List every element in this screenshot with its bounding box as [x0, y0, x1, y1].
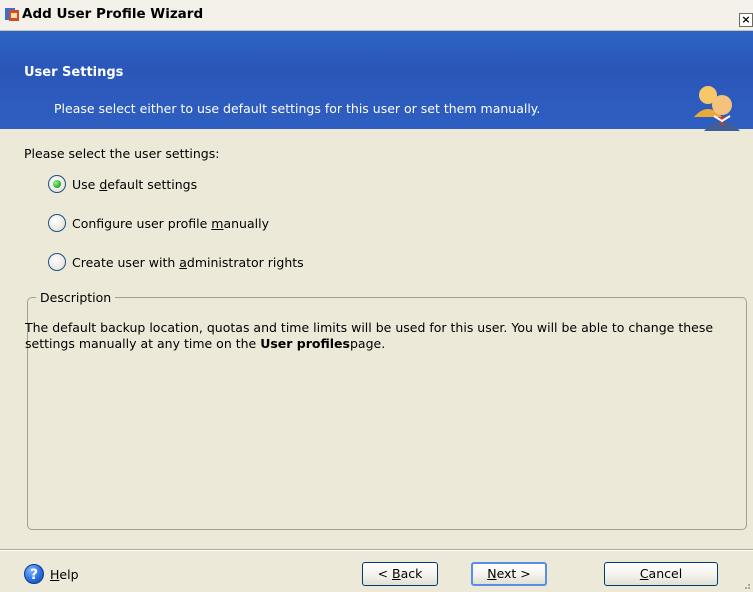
title-bar: Add User Profile Wizard × — [0, 0, 753, 31]
user-profiles-link-text: User profiles — [260, 336, 350, 351]
back-button[interactable]: < Back — [362, 562, 438, 586]
radio-button[interactable] — [48, 253, 66, 271]
close-button[interactable]: × — [739, 13, 753, 27]
footer-separator — [0, 549, 753, 551]
radio-button-checked[interactable] — [48, 175, 66, 193]
users-icon — [694, 86, 740, 131]
description-text: The default backup location, quotas and … — [25, 320, 714, 351]
settings-prompt: Please select the user settings: — [24, 146, 220, 161]
cancel-button[interactable]: Cancel — [604, 562, 718, 586]
app-icon — [5, 8, 19, 21]
window-title: Add User Profile Wizard — [22, 6, 204, 22]
next-button[interactable]: Next > — [471, 562, 547, 586]
page-title: User Settings — [24, 65, 124, 80]
radio-configure-manually[interactable]: Configure user profile manually — [48, 214, 269, 232]
radio-use-default[interactable]: Use default settings — [48, 175, 197, 193]
radio-label-use-default: Use default settings — [72, 176, 198, 192]
resize-grip-icon[interactable] — [741, 580, 751, 590]
help-icon[interactable]: ? — [24, 564, 44, 584]
wizard-header: User Settings Please select either to us… — [0, 31, 753, 131]
radio-label-configure-manually: Configure user profile manually — [72, 215, 269, 231]
help-link[interactable]: Help — [50, 567, 79, 582]
radio-admin-rights[interactable]: Create user with administrator rights — [48, 253, 304, 271]
description-legend: Description — [36, 290, 116, 305]
page-subtitle: Please select either to use default sett… — [54, 101, 541, 116]
radio-label-admin-rights: Create user with administrator rights — [72, 254, 304, 270]
radio-button[interactable] — [48, 214, 66, 232]
